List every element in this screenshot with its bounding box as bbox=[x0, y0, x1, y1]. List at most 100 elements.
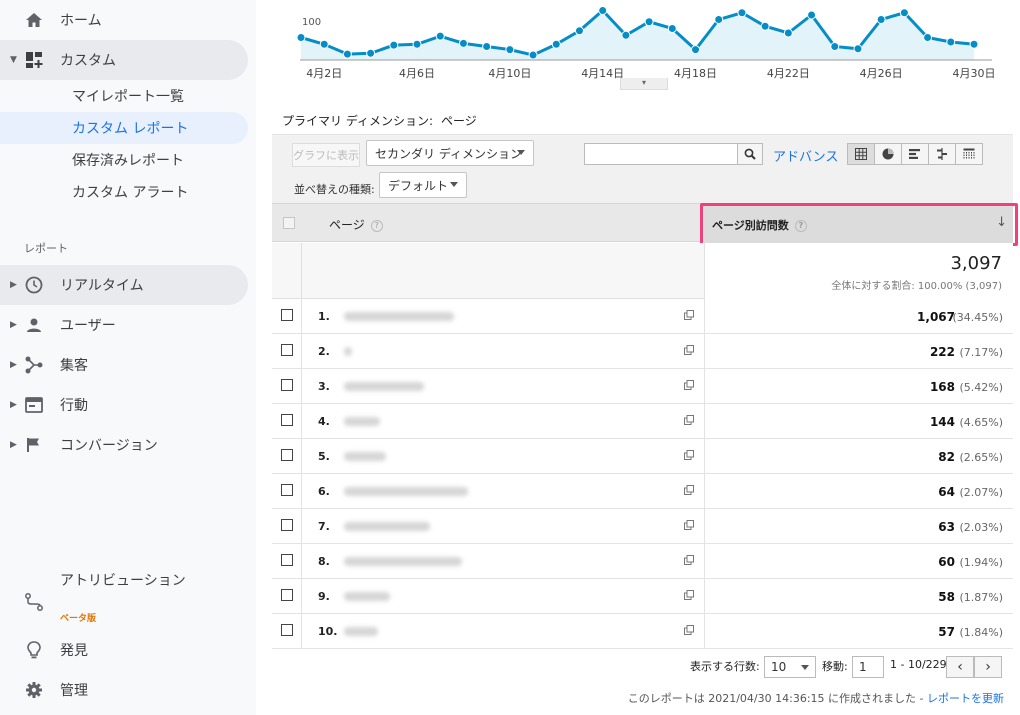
page-path-redacted[interactable] bbox=[344, 592, 390, 601]
external-link-icon[interactable] bbox=[684, 415, 694, 425]
chart-point[interactable] bbox=[853, 44, 863, 54]
view-pivot-button[interactable] bbox=[955, 143, 983, 165]
previous-page-button[interactable]: ‹ bbox=[946, 656, 974, 678]
sub-my-reports[interactable]: マイレポート一覧 bbox=[0, 80, 248, 112]
pageviews-cell: 222 (7.17%) bbox=[704, 334, 1013, 369]
chart-point[interactable] bbox=[389, 40, 399, 50]
rows-per-page-select[interactable]: 10 bbox=[764, 656, 816, 678]
view-performance-button[interactable] bbox=[901, 143, 929, 165]
line-chart: 100 4月2日 4月6日 4月10日 4月14日 4月18日 4月22日 4月26日 4月3… bbox=[272, 0, 1020, 90]
help-icon[interactable]: ? bbox=[370, 219, 383, 232]
external-link-icon[interactable] bbox=[684, 380, 694, 390]
row-checkbox[interactable] bbox=[281, 379, 293, 391]
chart-point[interactable] bbox=[528, 50, 538, 60]
sub-saved-reports[interactable]: 保存済みレポート bbox=[0, 144, 248, 176]
row-checkbox[interactable] bbox=[281, 554, 293, 566]
view-switcher bbox=[847, 143, 983, 165]
view-pie-button[interactable] bbox=[874, 143, 902, 165]
row-index: 8. bbox=[318, 555, 330, 568]
chart-point[interactable] bbox=[923, 33, 933, 42]
sub-custom-reports[interactable]: カスタム レポート bbox=[0, 112, 248, 144]
search-button[interactable] bbox=[737, 143, 763, 165]
primary-dimension-value[interactable]: ページ bbox=[441, 114, 477, 128]
chart-point[interactable] bbox=[667, 24, 677, 33]
page-path-redacted[interactable] bbox=[344, 417, 380, 426]
nav-custom[interactable]: ▼ カスタム bbox=[0, 40, 248, 80]
chart-point[interactable] bbox=[458, 38, 468, 48]
secondary-dimension-dropdown[interactable]: セカンダリ ディメンション bbox=[366, 140, 534, 166]
external-link-icon[interactable] bbox=[684, 590, 694, 600]
page-path-redacted[interactable] bbox=[344, 347, 352, 356]
advanced-filter-link[interactable]: アドバンス bbox=[773, 146, 838, 165]
chart-point[interactable] bbox=[505, 45, 515, 55]
chart-point[interactable] bbox=[435, 31, 445, 41]
row-index: 3. bbox=[318, 380, 330, 393]
view-comparison-button[interactable] bbox=[928, 143, 956, 165]
caret-down-icon: ▼ bbox=[10, 55, 17, 65]
collapse-chart-toggle[interactable]: ▾ bbox=[620, 78, 668, 90]
show-in-graph-button[interactable]: グラフに表示 bbox=[292, 143, 360, 167]
view-table-button[interactable] bbox=[847, 143, 875, 165]
chart-point[interactable] bbox=[760, 21, 770, 31]
chart-point[interactable] bbox=[807, 10, 817, 20]
chart-point[interactable] bbox=[621, 30, 631, 40]
nav-custom-label: カスタム bbox=[60, 53, 116, 69]
chart-point[interactable] bbox=[366, 48, 376, 58]
row-checkbox[interactable] bbox=[281, 519, 293, 531]
external-link-icon[interactable] bbox=[684, 310, 694, 320]
sub-custom-alerts[interactable]: カスタム アラート bbox=[0, 176, 248, 208]
goto-page-input[interactable]: 1 bbox=[852, 656, 884, 678]
external-link-icon[interactable] bbox=[684, 450, 694, 460]
sort-type-dropdown[interactable]: デフォルト bbox=[379, 172, 467, 198]
external-link-icon[interactable] bbox=[684, 485, 694, 495]
page-path-redacted[interactable] bbox=[344, 312, 454, 321]
chart-point[interactable] bbox=[691, 45, 701, 55]
chart-point[interactable] bbox=[574, 26, 584, 36]
chart-point[interactable] bbox=[644, 17, 654, 27]
row-checkbox[interactable] bbox=[281, 344, 293, 356]
refresh-report-link[interactable]: レポートを更新 bbox=[927, 692, 1004, 705]
external-link-icon[interactable] bbox=[684, 625, 694, 635]
page-path-redacted[interactable] bbox=[344, 487, 468, 496]
page-path-redacted[interactable] bbox=[344, 522, 430, 531]
chart-point[interactable] bbox=[830, 42, 840, 51]
chart-point[interactable] bbox=[714, 15, 724, 24]
sidebar: ホーム ▼ カスタム マイレポート一覧 カスタム レポート 保存済みレポート カ… bbox=[0, 0, 256, 715]
row-checkbox[interactable] bbox=[281, 414, 293, 426]
chart-point[interactable] bbox=[969, 39, 979, 49]
page-path-redacted[interactable] bbox=[344, 557, 462, 566]
chart-point[interactable] bbox=[319, 39, 329, 49]
chart-point[interactable] bbox=[412, 39, 422, 49]
chart-point[interactable] bbox=[482, 42, 492, 51]
chart-point[interactable] bbox=[296, 33, 306, 42]
page-path-redacted[interactable] bbox=[344, 382, 424, 391]
chart-point[interactable] bbox=[876, 15, 886, 24]
row-checkbox[interactable] bbox=[281, 589, 293, 601]
row-checkbox[interactable] bbox=[281, 449, 293, 461]
table-search-input[interactable] bbox=[584, 143, 738, 165]
external-link-icon[interactable] bbox=[684, 555, 694, 565]
page-path-redacted[interactable] bbox=[344, 627, 378, 636]
chart-point[interactable] bbox=[899, 8, 909, 18]
chart-point[interactable] bbox=[737, 8, 747, 18]
page-path-redacted[interactable] bbox=[344, 452, 386, 461]
chart-point[interactable] bbox=[342, 49, 352, 59]
chart-point[interactable] bbox=[783, 28, 793, 38]
row-checkbox[interactable] bbox=[281, 624, 293, 636]
row-checkbox[interactable] bbox=[281, 484, 293, 496]
pageviews-value: 168 bbox=[929, 380, 955, 394]
chart-point[interactable] bbox=[598, 6, 608, 15]
chevron-down-icon bbox=[517, 150, 525, 155]
pageviews-cell: 57 (1.84%) bbox=[704, 614, 1013, 649]
row-checkbox[interactable] bbox=[281, 309, 293, 321]
pageviews-value: 1,067 bbox=[917, 310, 955, 324]
dashboard-icon bbox=[24, 50, 44, 70]
nav-realtime[interactable]: ▶ リアルタイム bbox=[0, 265, 248, 305]
next-page-button[interactable]: › bbox=[974, 656, 1002, 678]
column-header-page[interactable]: ページ? bbox=[329, 216, 383, 233]
select-all-checkbox[interactable] bbox=[283, 217, 295, 229]
external-link-icon[interactable] bbox=[684, 345, 694, 355]
chart-point[interactable] bbox=[946, 37, 956, 47]
chart-point[interactable] bbox=[551, 39, 561, 49]
external-link-icon[interactable] bbox=[684, 520, 694, 530]
